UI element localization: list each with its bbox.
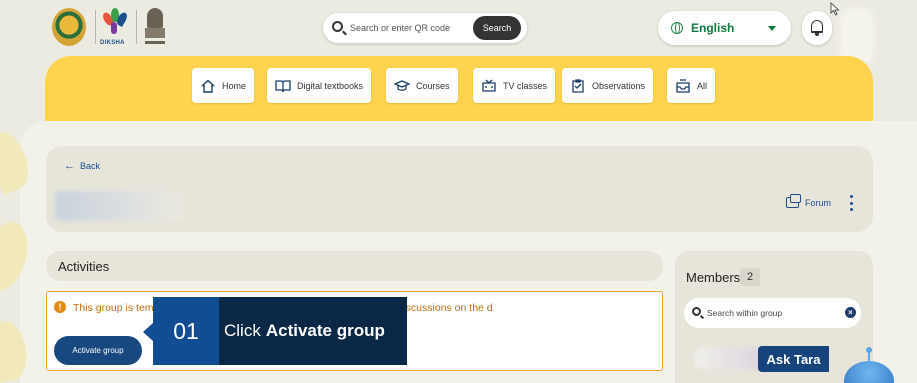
tamil-nadu-emblem-logo xyxy=(52,8,86,46)
diksha-logo-label: DIKSHA xyxy=(100,40,125,46)
activities-heading: Activities xyxy=(46,251,663,281)
tutorial-instruction: Click Activate group xyxy=(219,297,407,365)
search-input[interactable] xyxy=(350,20,466,36)
member-search-bar: × xyxy=(684,298,861,328)
back-link[interactable]: ← Back xyxy=(64,160,100,172)
nav-item-observations[interactable]: Observations xyxy=(562,68,654,103)
tutorial-text-prefix: Click xyxy=(224,321,261,340)
tara-bot-icon[interactable] xyxy=(838,343,898,383)
warning-icon: ! xyxy=(54,301,66,313)
nav-item-tv-classes[interactable]: TV classes xyxy=(473,68,556,103)
logo-divider xyxy=(95,10,96,44)
back-label: Back xyxy=(80,161,101,171)
kebab-menu-icon xyxy=(849,195,853,198)
nav-item-label: Observations xyxy=(592,80,646,91)
tv-icon xyxy=(482,79,496,92)
graduation-cap-icon xyxy=(394,79,410,91)
nav-item-digital-textbooks[interactable]: Digital textbooks xyxy=(267,68,372,103)
search-icon xyxy=(692,307,701,316)
nav-item-courses[interactable]: Courses xyxy=(386,68,458,103)
forum-label: Forum xyxy=(805,197,832,208)
close-icon[interactable]: × xyxy=(845,307,856,318)
top-bar: DIKSHA Search English xyxy=(0,0,917,64)
nav-item-home[interactable]: Home xyxy=(192,68,255,103)
nav-item-label: TV classes xyxy=(503,80,548,91)
nav-item-label: Home xyxy=(222,80,247,91)
globe-icon xyxy=(671,22,683,34)
search-bar: Search xyxy=(323,13,527,43)
mouse-cursor-icon xyxy=(830,2,840,16)
home-icon xyxy=(201,79,215,93)
members-title: Members xyxy=(686,270,741,285)
tutorial-step-number: 01 xyxy=(143,297,219,365)
activate-group-button[interactable]: Activate group xyxy=(54,336,142,365)
ask-tara-button[interactable]: Ask Tara xyxy=(758,346,829,372)
decorative-leaves xyxy=(0,121,46,383)
search-button[interactable]: Search xyxy=(473,16,521,40)
arrow-left-icon: ← xyxy=(64,160,75,172)
chevron-down-icon xyxy=(768,26,776,31)
nav-item-label: Digital textbooks xyxy=(297,80,364,91)
members-count-badge: 2 xyxy=(740,268,760,286)
national-emblem-logo xyxy=(144,8,166,48)
notifications-button[interactable] xyxy=(802,11,832,45)
tutorial-callout: 01 Click Activate group xyxy=(143,297,407,365)
forum-icon xyxy=(786,194,801,208)
language-select[interactable]: English xyxy=(658,11,791,45)
inbox-icon xyxy=(676,78,690,93)
forum-button[interactable]: Forum xyxy=(786,194,832,208)
tutorial-text-bold: Activate group xyxy=(265,321,385,340)
clipboard-icon xyxy=(572,78,584,93)
nav-item-label: All xyxy=(697,80,708,91)
group-name-redacted xyxy=(55,191,183,221)
nav-item-label: Courses xyxy=(416,80,450,91)
member-row-redacted xyxy=(694,347,766,369)
more-options-button[interactable] xyxy=(846,195,856,211)
language-selected-value: English xyxy=(691,21,735,35)
logo-divider xyxy=(136,10,137,44)
nav-item-all[interactable]: All xyxy=(667,68,716,103)
bell-icon xyxy=(811,20,823,36)
diksha-logo: DIKSHA xyxy=(100,8,129,48)
main-nav: Home Digital textbooks Courses TV classe… xyxy=(45,56,873,122)
search-icon xyxy=(332,21,343,32)
book-icon xyxy=(275,79,291,92)
member-search-input[interactable] xyxy=(707,306,827,320)
